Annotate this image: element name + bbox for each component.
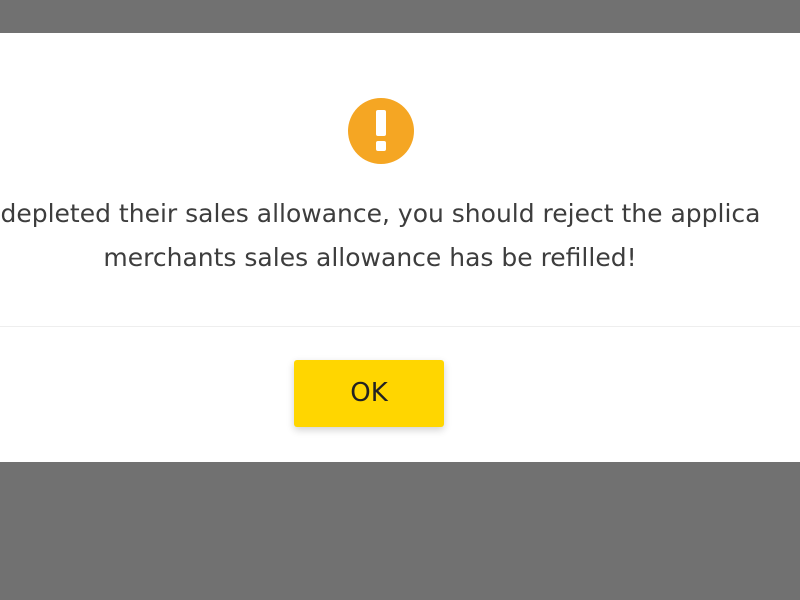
exclamation-bar	[376, 110, 386, 136]
ok-button[interactable]: OK	[294, 360, 444, 427]
alert-message: s depleted their sales allowance, you sh…	[0, 192, 800, 280]
exclamation-dot	[376, 141, 386, 151]
alert-dialog-footer: OK	[0, 327, 800, 462]
alert-message-line-2: merchants sales allowance has be refille…	[103, 243, 637, 272]
exclamation-circle-icon	[348, 98, 414, 164]
alert-message-line-1: s depleted their sales allowance, you sh…	[0, 199, 761, 228]
alert-dialog: s depleted their sales allowance, you sh…	[0, 33, 800, 462]
alert-dialog-body: s depleted their sales allowance, you sh…	[0, 33, 800, 326]
